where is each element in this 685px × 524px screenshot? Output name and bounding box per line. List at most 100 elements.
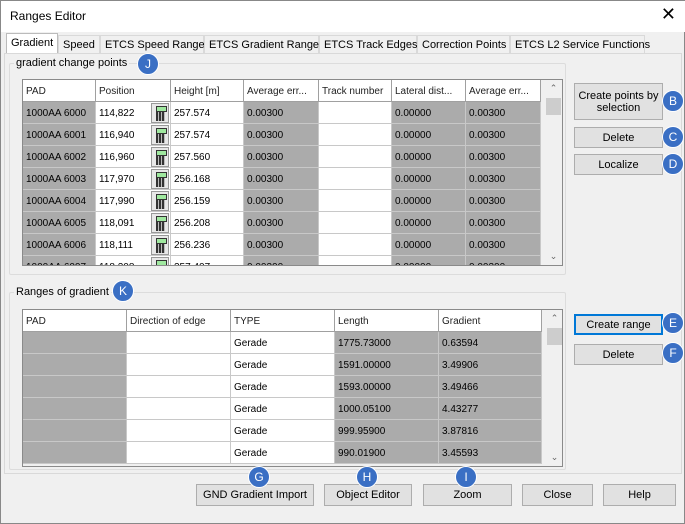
table-cell[interactable]: 117,970: [96, 168, 171, 190]
tab-etcs-track-edges[interactable]: ETCS Track Edges: [319, 35, 418, 54]
tab-etcs-gradient-range[interactable]: ETCS Gradient Range: [204, 35, 319, 54]
table-cell: 0.00300: [244, 212, 319, 234]
table-cell: 0.00000: [392, 124, 466, 146]
table-cell[interactable]: 257.560: [171, 146, 244, 168]
table-cell: 1000AA 6003: [23, 168, 96, 190]
table-cell[interactable]: [127, 442, 231, 464]
table-cell: 0.00000: [392, 146, 466, 168]
calculator-icon[interactable]: [151, 147, 169, 167]
calculator-icon[interactable]: [151, 257, 169, 265]
scrollbar-thumb[interactable]: [546, 98, 561, 115]
table-cell: 1000AA 6005: [23, 212, 96, 234]
table-cell[interactable]: [319, 212, 392, 234]
table-cell: 0.00000: [392, 102, 466, 124]
table-row[interactable]: Gerade 1000.05100 4.43277: [23, 398, 542, 420]
table-row[interactable]: 1000AA 6002 116,960 257.560 0.00300 0.00000 0…: [23, 146, 541, 168]
table-cell[interactable]: Gerade: [231, 354, 335, 376]
help-button[interactable]: Help: [603, 484, 676, 506]
scrollbar-thumb[interactable]: [547, 328, 562, 345]
table-cell[interactable]: 257.407: [171, 256, 244, 265]
table-cell[interactable]: 256.159: [171, 190, 244, 212]
table-cell[interactable]: [127, 332, 231, 354]
table-cell[interactable]: [127, 376, 231, 398]
table-row[interactable]: Gerade 1591.00000 3.49906: [23, 354, 542, 376]
table-cell[interactable]: 116,960: [96, 146, 171, 168]
table-cell[interactable]: Gerade: [231, 442, 335, 464]
table-cell[interactable]: [319, 256, 392, 265]
table-cell: 0.00300: [466, 102, 541, 124]
calculator-icon[interactable]: [151, 125, 169, 145]
table-cell[interactable]: 257.574: [171, 102, 244, 124]
table-row[interactable]: 1000AA 6003 117,970 256.168 0.00300 0.00000 0…: [23, 168, 541, 190]
table-cell: 0.00000: [392, 256, 466, 265]
table-cell[interactable]: 256.236: [171, 234, 244, 256]
column-header: Length: [335, 310, 439, 332]
table-cell[interactable]: [319, 146, 392, 168]
table-row[interactable]: 1000AA 6007118,208257.4070.003000.000000…: [23, 256, 541, 265]
table-cell: 0.63594: [439, 332, 542, 354]
calculator-icon[interactable]: [151, 213, 169, 233]
callout-badge-e: E: [662, 312, 684, 334]
table-row[interactable]: Gerade 999.95900 3.87816: [23, 420, 542, 442]
table-cell[interactable]: [319, 124, 392, 146]
table-row[interactable]: Gerade 1593.00000 3.49466: [23, 376, 542, 398]
calculator-icon[interactable]: [151, 169, 169, 189]
table-row[interactable]: 1000AA 6001 116,940 257.574 0.00300 0.00000 0…: [23, 124, 541, 146]
table-cell[interactable]: 118,111: [96, 234, 171, 256]
gradient-points-table[interactable]: PAD Position Height [m] Average err... Track…: [22, 79, 563, 266]
create-range-button[interactable]: Create range: [574, 314, 663, 335]
table-row[interactable]: 1000AA 6005 118,091 256.208 0.00300 0.00000 0…: [23, 212, 541, 234]
table-cell[interactable]: [127, 398, 231, 420]
table-cell[interactable]: [319, 102, 392, 124]
close-button[interactable]: Close: [522, 484, 593, 506]
scroll-down-icon[interactable]: ⌄: [546, 452, 562, 463]
column-header: Average err...: [244, 80, 319, 102]
tab-etcs-speed-range[interactable]: ETCS Speed Range: [100, 35, 205, 54]
calculator-icon[interactable]: [151, 235, 169, 255]
table-cell[interactable]: 256.208: [171, 212, 244, 234]
calculator-icon[interactable]: [151, 103, 169, 123]
table-row[interactable]: 1000AA 6004 117,990 256.159 0.00300 0.00000 0…: [23, 190, 541, 212]
table-cell[interactable]: 256.168: [171, 168, 244, 190]
table-row[interactable]: Gerade 990.01900 3.45593: [23, 442, 542, 464]
table-cell[interactable]: 117,990: [96, 190, 171, 212]
table-cell: 0.00300: [466, 168, 541, 190]
table-cell[interactable]: [127, 420, 231, 442]
table-cell[interactable]: [127, 354, 231, 376]
column-header: Position: [96, 80, 171, 102]
table-cell[interactable]: Gerade: [231, 398, 335, 420]
table-cell[interactable]: Gerade: [231, 376, 335, 398]
scroll-up-icon[interactable]: ⌃: [546, 313, 562, 324]
calculator-icon[interactable]: [151, 191, 169, 211]
table-row[interactable]: 1000AA 6006 118,111 256.236 0.00300 0.00000 0…: [23, 234, 541, 256]
close-icon[interactable]: ✕: [661, 4, 676, 25]
table-cell[interactable]: 116,940: [96, 124, 171, 146]
table-cell[interactable]: [319, 168, 392, 190]
tab-correction-points[interactable]: Correction Points: [417, 35, 510, 54]
gradient-ranges-table[interactable]: PAD Direction of edge TYPE Length Gradient Ge…: [22, 309, 563, 467]
localize-button[interactable]: Localize: [574, 154, 663, 175]
scroll-up-icon[interactable]: ⌃: [545, 83, 562, 94]
table-cell[interactable]: [319, 234, 392, 256]
tab-etcs-l2-service-functions[interactable]: ETCS L2 Service Functions: [510, 35, 650, 54]
vertical-scrollbar[interactable]: ⌃ ⌄: [546, 310, 562, 466]
table-cell[interactable]: 118,091: [96, 212, 171, 234]
scroll-down-icon[interactable]: ⌄: [545, 251, 562, 262]
tab-gradient[interactable]: Gradient: [6, 33, 58, 54]
vertical-scrollbar[interactable]: ⌃ ⌄: [545, 80, 562, 265]
callout-badge-g: G: [248, 466, 270, 488]
delete-range-button[interactable]: Delete: [574, 344, 663, 365]
callout-badge-h: H: [356, 466, 378, 488]
table-cell[interactable]: 257.574: [171, 124, 244, 146]
table-row[interactable]: 1000AA 6000 114,822 257.574 0.00300 0.00000 0…: [23, 102, 541, 124]
create-points-by-selection-button[interactable]: Create points by selection: [574, 83, 663, 120]
table-cell[interactable]: Gerade: [231, 332, 335, 354]
delete-points-button[interactable]: Delete: [574, 127, 663, 148]
table-cell[interactable]: Gerade: [231, 420, 335, 442]
table-cell[interactable]: [319, 190, 392, 212]
table-cell[interactable]: 114,822: [96, 102, 171, 124]
table-row[interactable]: Gerade 1775.73000 0.63594: [23, 332, 542, 354]
table-cell: [23, 354, 127, 376]
table-cell[interactable]: 118,208: [96, 256, 171, 265]
tab-speed[interactable]: Speed: [58, 35, 100, 54]
